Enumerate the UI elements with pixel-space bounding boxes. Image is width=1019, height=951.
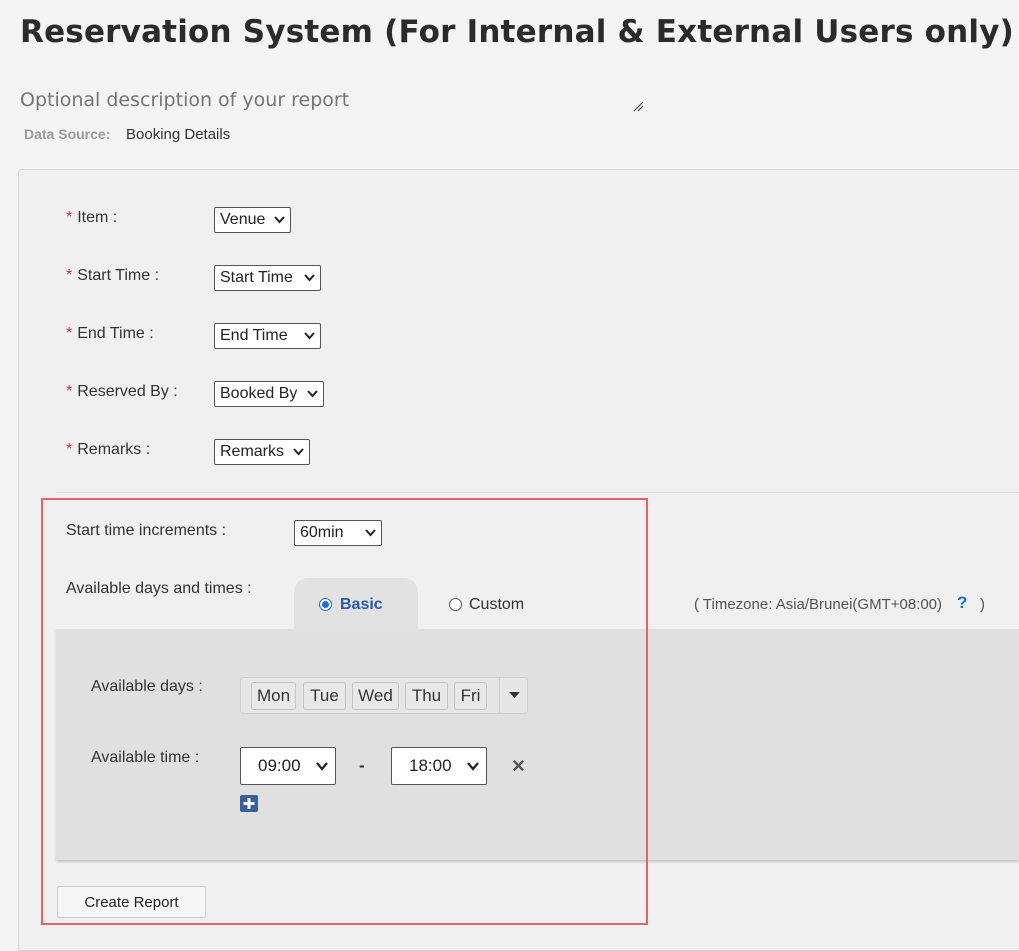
reserved-by-label: * Reserved By : <box>66 383 178 400</box>
resize-handle-icon[interactable] <box>632 100 644 112</box>
chevron-down-icon <box>365 529 376 537</box>
remarks-select[interactable]: Remarks <box>214 439 310 465</box>
item-label: * Item : <box>66 209 118 226</box>
reserved-by-select[interactable]: Booked By <box>214 381 324 407</box>
basic-radio[interactable] <box>319 598 332 611</box>
page: { "page": { "title": "Reservation System… <box>0 0 1019 951</box>
data-source-value: Booking Details <box>126 126 231 143</box>
start-time-select[interactable]: Start Time <box>214 265 321 291</box>
chevron-down-icon <box>316 762 328 771</box>
plus-square-icon[interactable] <box>240 795 258 812</box>
chevron-down-icon <box>467 762 479 771</box>
timezone-text: ( Timezone: Asia/Brunei(GMT+08:00) <box>694 596 943 613</box>
end-time-select[interactable]: End Time <box>214 323 321 349</box>
custom-radio[interactable] <box>449 598 462 611</box>
day-chip[interactable]: Tue <box>303 682 346 710</box>
availability-panel <box>56 629 1019 860</box>
available-days-multiselect[interactable]: Mon Tue Wed Thu Fri <box>240 677 528 714</box>
help-icon[interactable]: ? <box>957 593 967 613</box>
report-description-input[interactable] <box>20 84 648 116</box>
day-chip[interactable]: Mon <box>251 682 296 710</box>
required-marker: * <box>66 383 73 400</box>
start-time-label: * Start Time : <box>66 267 160 284</box>
page-title: Reservation System (For Internal & Exter… <box>20 14 1015 50</box>
chevron-down-icon <box>304 274 315 282</box>
available-time-label: Available time : <box>91 749 200 766</box>
day-chip[interactable]: Thu <box>405 682 448 710</box>
tab-custom-label[interactable]: Custom <box>469 596 524 614</box>
required-marker: * <box>66 209 73 226</box>
days-dropdown-button[interactable] <box>499 678 529 713</box>
data-source-label: Data Source: <box>24 126 111 142</box>
chevron-down-icon <box>304 332 315 340</box>
remarks-label: * Remarks : <box>66 441 151 458</box>
increments-select[interactable]: 60min <box>294 520 382 546</box>
chevron-down-icon <box>274 216 285 224</box>
time-separator: - <box>359 756 365 775</box>
close-icon[interactable]: × <box>512 753 525 779</box>
time-start-select[interactable]: 09:00 <box>240 747 336 785</box>
availability-label: Available days and times : <box>66 580 252 597</box>
chevron-down-icon <box>307 390 318 398</box>
required-marker: * <box>66 267 73 284</box>
chevron-down-icon <box>293 448 304 456</box>
increments-label: Start time increments : <box>66 522 227 539</box>
end-time-label: * End Time : <box>66 325 154 342</box>
create-report-button[interactable]: Create Report <box>57 886 206 918</box>
timezone-close: ) <box>980 596 985 613</box>
required-marker: * <box>66 441 73 458</box>
section-divider <box>56 492 1019 493</box>
item-select[interactable]: Venue <box>214 207 291 233</box>
caret-down-icon <box>509 692 520 698</box>
required-marker: * <box>66 325 73 342</box>
tab-basic-label: Basic <box>340 596 383 613</box>
day-chip[interactable]: Fri <box>454 682 487 710</box>
time-end-select[interactable]: 18:00 <box>391 747 487 785</box>
day-chip[interactable]: Wed <box>352 682 399 710</box>
available-days-label: Available days : <box>91 678 203 695</box>
